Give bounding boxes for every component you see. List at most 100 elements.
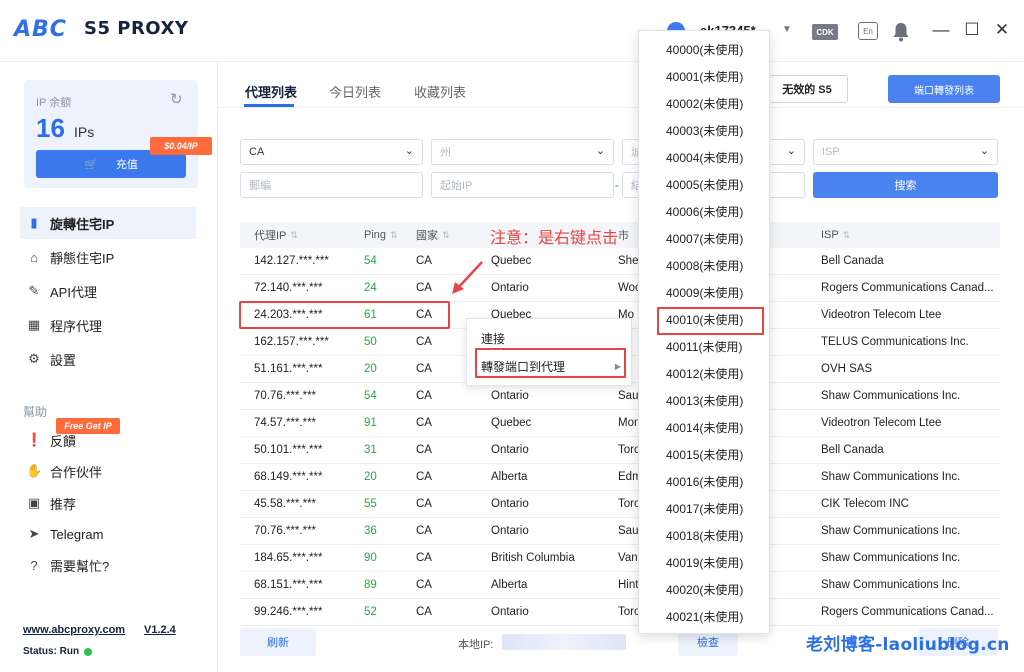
port-forward-list-button[interactable]: 端口轉發列表	[888, 75, 1000, 103]
chevron-down-icon[interactable]: ▼	[782, 24, 792, 35]
sidebar: IP 余额 ↻ 16 IPs 🛒 充值 $0.04/IP ▮ 旋轉住宅IP ⌂ …	[0, 62, 218, 672]
port-option[interactable]: 40003(未使用)	[639, 117, 769, 144]
divider	[218, 107, 1024, 108]
port-option[interactable]: 40018(未使用)	[639, 522, 769, 549]
table-row[interactable]: 50.101.***.*** 31 CA Ontario Toro Bell Canada	[240, 437, 1000, 464]
table-row[interactable]: 70.76.***.*** 36 CA Ontario Saul Shaw Communi…	[240, 518, 1000, 545]
isp-cell: Shaw Communications Inc.	[821, 525, 961, 537]
ip-balance-card: IP 余额 ↻ 16 IPs 🛒 充值	[24, 80, 198, 188]
maximize-icon[interactable]: ☐	[960, 18, 984, 42]
port-option[interactable]: 40015(未使用)	[639, 441, 769, 468]
port-option[interactable]: 40007(未使用)	[639, 225, 769, 252]
nav-program-proxy[interactable]: ▦ 程序代理	[20, 309, 196, 341]
port-option[interactable]: 40002(未使用)	[639, 90, 769, 117]
table-row[interactable]: 142.127.***.***54CAQuebecSherBell Canada	[240, 248, 1000, 275]
nav-telegram[interactable]: ➤ Telegram	[20, 518, 196, 550]
table-row[interactable]: 70.76.***.*** 54 CA Ontario Saul Shaw Communi…	[240, 383, 1000, 410]
ping-cell: 24	[364, 282, 377, 294]
col-country[interactable]: 國家 ⇅	[416, 222, 476, 248]
refresh-icon[interactable]: ↻	[170, 90, 183, 108]
ping-cell: 55	[364, 498, 377, 510]
sort-icon: ⇅	[842, 229, 851, 240]
nav-label: API代理	[50, 284, 97, 300]
gear-icon: ⚙	[28, 351, 40, 366]
website-link[interactable]: www.abcproxy.com	[23, 624, 125, 636]
language-icon[interactable]: En	[858, 22, 878, 40]
port-option[interactable]: 40005(未使用)	[639, 171, 769, 198]
country-cell: CA	[416, 606, 432, 618]
range-separator: -	[615, 178, 619, 192]
status-indicator	[84, 648, 92, 656]
zip-input[interactable]: 郵編	[240, 172, 423, 198]
table-row[interactable]: 45.58.***.*** 55 CA Ontario Toro CIK Telecom …	[240, 491, 1000, 518]
app-window: ABC S5 PROXY ak17345* ▼ CDK En — ☐ ✕ IP …	[0, 0, 1024, 672]
bell-icon[interactable]	[892, 22, 910, 42]
port-option[interactable]: 40004(未使用)	[639, 144, 769, 171]
tab-proxy-list[interactable]: 代理列表	[245, 82, 297, 101]
nav-label: 旋轉住宅IP	[50, 216, 115, 232]
local-ip-value	[502, 634, 626, 650]
port-option[interactable]: 40014(未使用)	[639, 414, 769, 441]
table-row[interactable]: 99.246.***.*** 52 CA Ontario Toro Rogers Comm…	[240, 599, 1000, 626]
tab-today-list[interactable]: 今日列表	[329, 82, 381, 101]
port-option[interactable]: 40021(未使用)	[639, 603, 769, 630]
nav-feedback[interactable]: ❗ 反饋	[20, 424, 196, 456]
port-option[interactable]: 40006(未使用)	[639, 198, 769, 225]
col-ping[interactable]: Ping ⇅	[364, 222, 414, 248]
ping-cell: 54	[364, 390, 377, 402]
nav-referral[interactable]: ▣ 推荐	[20, 487, 196, 519]
nav-label: 需要幫忙?	[50, 558, 110, 574]
port-option[interactable]: 40019(未使用)	[639, 549, 769, 576]
cdk-button[interactable]: CDK	[812, 24, 838, 40]
country-select[interactable]: CA ⌄	[240, 139, 423, 165]
country-cell: CA	[416, 498, 432, 510]
close-icon[interactable]: ✕	[990, 18, 1014, 42]
port-option[interactable]: 40013(未使用)	[639, 387, 769, 414]
nav-api-proxy[interactable]: ✎ API代理	[20, 275, 196, 307]
refresh-button[interactable]: 刷新	[240, 628, 316, 656]
table-row[interactable]: 72.140.***.***24CAOntarioWooRogers Commu…	[240, 275, 1000, 302]
nav-settings[interactable]: ⚙ 設置	[20, 343, 196, 375]
watermark-text: 老刘博客-laoliublog.cn	[806, 635, 1010, 655]
state-select[interactable]: 州 ⌄	[431, 139, 614, 165]
local-ip-label: 本地IP:	[458, 639, 494, 651]
state-cell: Ontario	[491, 444, 529, 456]
port-option[interactable]: 40009(未使用)	[639, 279, 769, 306]
port-option[interactable]: 40020(未使用)	[639, 576, 769, 603]
table-row[interactable]: 68.149.***.*** 20 CA Alberta Edm Shaw Communi…	[240, 464, 1000, 491]
price-badge: $0.04/IP	[150, 137, 212, 155]
invalid-s5-button[interactable]: 无效的 S5	[766, 75, 848, 103]
isp-cell: Shaw Communications Inc.	[821, 579, 961, 591]
minimize-icon[interactable]: —	[929, 18, 953, 42]
nav-rotating-residential[interactable]: ▮ 旋轉住宅IP	[20, 207, 196, 239]
port-option[interactable]: 40008(未使用)	[639, 252, 769, 279]
tab-favorites[interactable]: 收藏列表	[414, 82, 466, 101]
isp-cell: Rogers Communications Canad...	[821, 606, 994, 618]
isp-select[interactable]: ISP ⌄	[813, 139, 998, 165]
question-icon: ?	[30, 557, 38, 573]
table-row[interactable]: 68.151.***.*** 89 CA Alberta Hint Shaw Commun…	[240, 572, 1000, 599]
state-cell: Ontario	[491, 606, 529, 618]
nav-partner[interactable]: ✋ 合作伙伴	[20, 455, 196, 487]
city-cell: Sher	[618, 255, 638, 267]
table-row[interactable]: 74.57.***.*** 91 CA Quebec Mon Videotron Tele…	[240, 410, 1000, 437]
port-option[interactable]: 40017(未使用)	[639, 495, 769, 522]
table-row[interactable]: 184.65.***.*** 90 CA British Columbia Vanc Sh…	[240, 545, 1000, 572]
city-cell: Vanc	[618, 552, 638, 564]
col-isp[interactable]: ISP ⇅	[821, 222, 999, 248]
col-city[interactable]: 市	[618, 222, 638, 248]
start-ip-input[interactable]: 起始IP	[431, 172, 614, 198]
state-cell: Quebec	[491, 255, 532, 267]
state-cell: Ontario	[491, 390, 529, 402]
search-button[interactable]: 搜索	[813, 172, 998, 198]
port-option[interactable]: 40001(未使用)	[639, 63, 769, 90]
nav-need-help[interactable]: ? 需要幫忙?	[20, 549, 196, 581]
port-option[interactable]: 40016(未使用)	[639, 468, 769, 495]
port-option[interactable]: 40000(未使用)	[639, 36, 769, 63]
port-option[interactable]: 40012(未使用)	[639, 360, 769, 387]
port-option[interactable]: 40011(未使用)	[639, 333, 769, 360]
ping-cell: 91	[364, 417, 377, 429]
nav-static-residential[interactable]: ⌂ 靜態住宅IP	[20, 241, 196, 273]
col-proxy-ip[interactable]: 代理IP ⇅	[254, 222, 364, 248]
home-icon: ⌂	[30, 249, 38, 265]
